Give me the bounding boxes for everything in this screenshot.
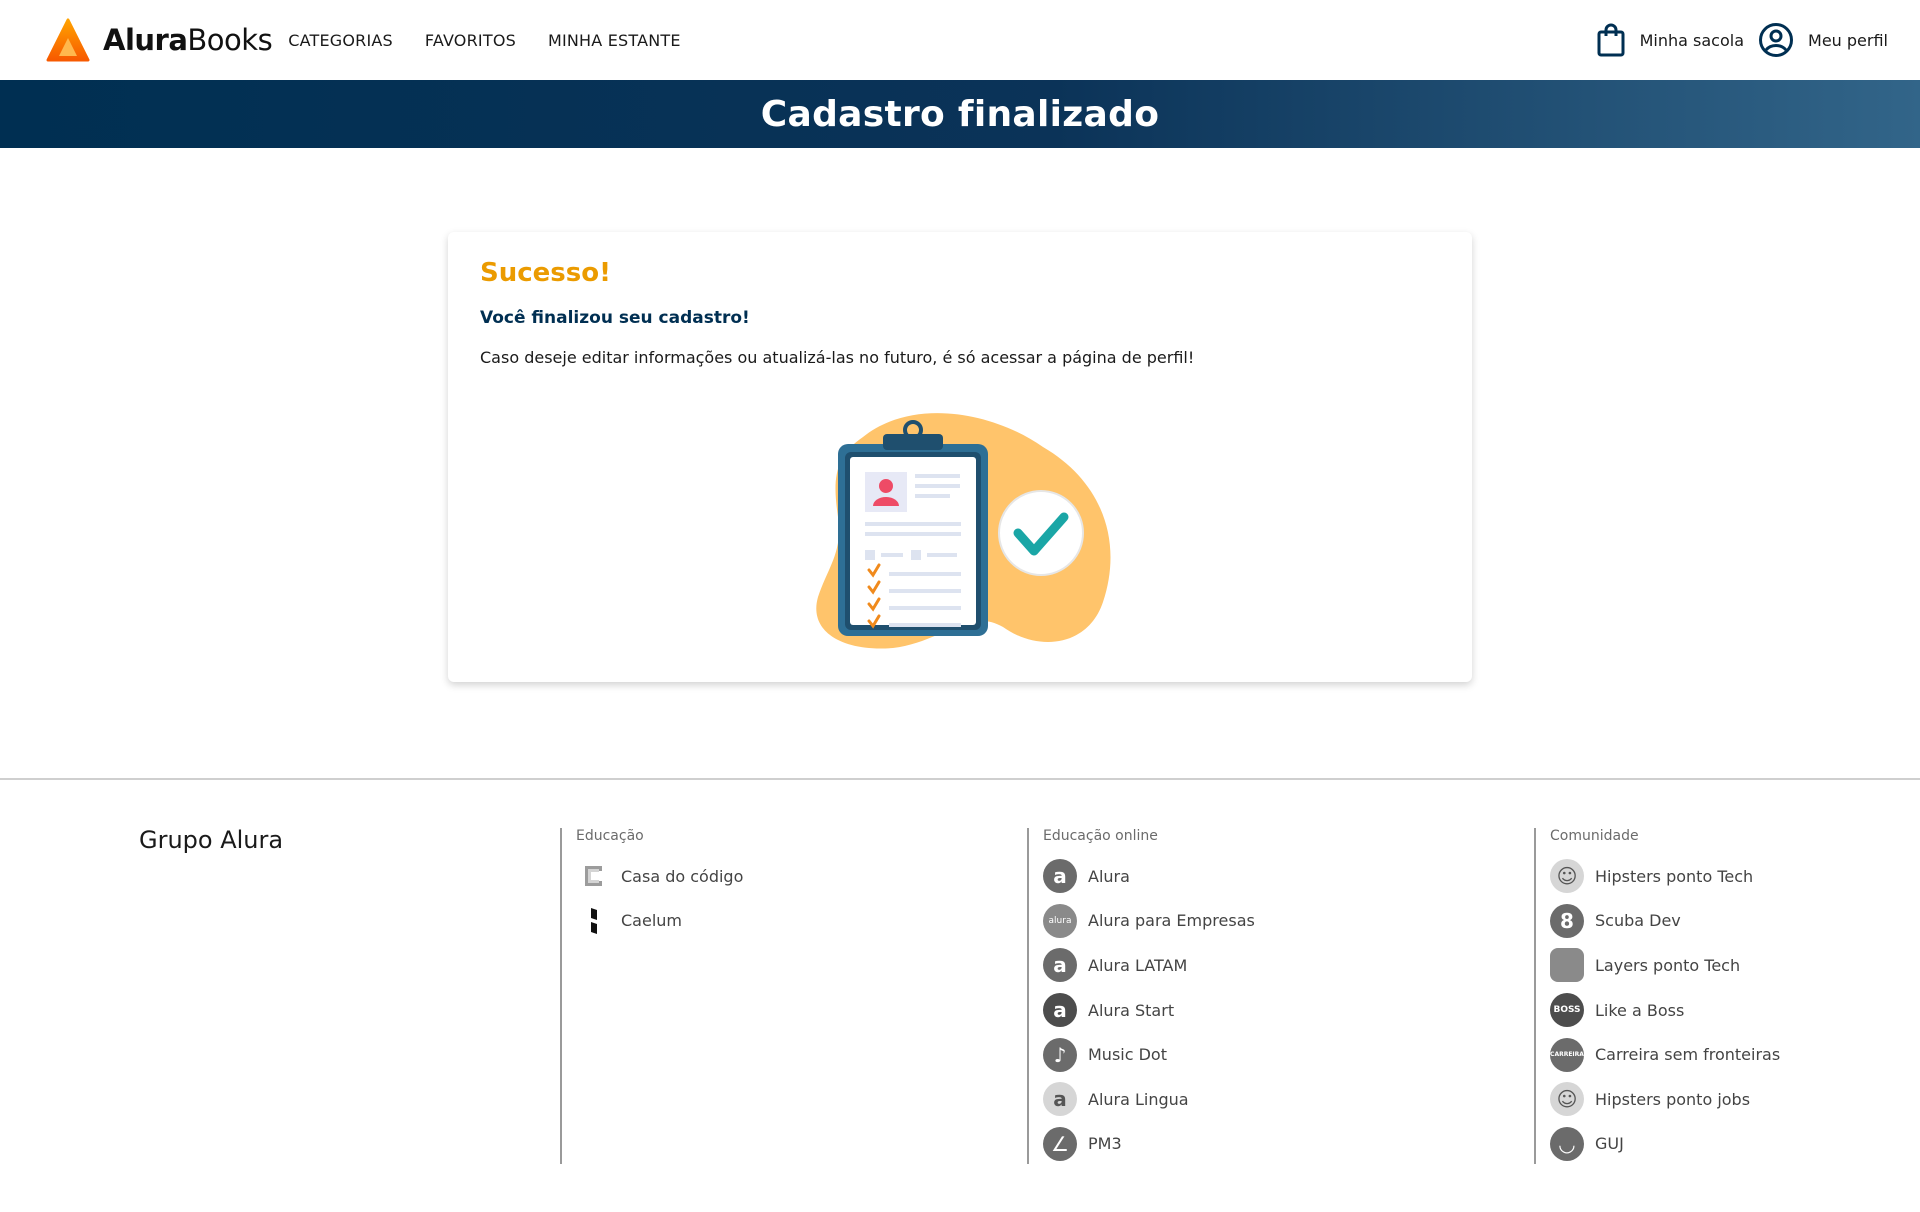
footer-column-educacao-online: Educação online a Alura alura Alura para… — [1027, 828, 1255, 1164]
footer-link-label: Hipsters ponto jobs — [1595, 1089, 1751, 1109]
footer-link-casa-do-codigo[interactable]: Casa do código — [576, 854, 743, 899]
meu-perfil-label: Meu perfil — [1808, 30, 1888, 50]
footer-link-scuba-dev[interactable]: 8 Scuba Dev — [1550, 899, 1780, 944]
shopping-bag-icon — [1597, 23, 1625, 57]
footer-link-layers-tech[interactable]: Layers ponto Tech — [1550, 943, 1780, 988]
like-a-boss-icon: BOSS — [1550, 993, 1584, 1028]
minha-sacola-link[interactable]: Minha sacola — [1596, 23, 1744, 57]
hipsters-jobs-icon: ☺ — [1550, 1082, 1584, 1117]
footer-link-hipsters-tech[interactable]: ☺ Hipsters ponto Tech — [1550, 854, 1780, 899]
user-profile-icon — [1759, 23, 1794, 57]
footer-link-label: Music Dot — [1088, 1045, 1167, 1065]
top-header: AluraBooks CATEGORIAS FAVORITOS MINHA ES… — [0, 0, 1920, 80]
footer-link-label: Casa do código — [621, 866, 744, 886]
meu-perfil-link[interactable]: Meu perfil — [1758, 22, 1888, 58]
success-heading: Sucesso! — [480, 258, 611, 288]
footer-link-caelum[interactable]: Caelum — [576, 899, 743, 944]
music-dot-icon: ♪ — [1043, 1037, 1077, 1072]
alura-lingua-icon: a — [1043, 1082, 1077, 1117]
alura-start-icon: a — [1043, 993, 1077, 1028]
footer-link-label: Alura Start — [1088, 1000, 1175, 1020]
footer-link-alura[interactable]: a Alura — [1043, 854, 1255, 899]
footer-column-title: Educação — [576, 828, 644, 844]
header-left: AluraBooks CATEGORIAS FAVORITOS MINHA ES… — [46, 18, 713, 62]
footer-link-label: Layers ponto Tech — [1595, 955, 1741, 975]
footer-link-label: Caelum — [621, 911, 682, 931]
caelum-icon — [576, 904, 610, 938]
scuba-dev-icon: 8 — [1550, 903, 1584, 938]
footer-link-alura-start[interactable]: a Alura Start — [1043, 988, 1255, 1033]
success-card: Sucesso! Você finalizou seu cadastro! Ca… — [448, 232, 1472, 682]
page-title: Cadastro finalizado — [760, 93, 1160, 135]
layers-tech-icon — [1550, 948, 1584, 983]
footer-link-like-a-boss[interactable]: BOSS Like a Boss — [1550, 988, 1780, 1033]
nav-categorias[interactable]: CATEGORIAS — [288, 31, 393, 50]
alurabooks-logo-icon — [46, 18, 90, 62]
logo-text: AluraBooks — [103, 23, 273, 57]
alurabooks-logo[interactable]: AluraBooks — [46, 18, 273, 62]
casa-do-codigo-icon — [576, 859, 610, 893]
footer-link-label: Like a Boss — [1595, 1000, 1685, 1020]
footer-link-alura-lingua[interactable]: a Alura Lingua — [1043, 1077, 1255, 1122]
footer-link-carreira[interactable]: CARREIRA Carreira sem fronteiras — [1550, 1032, 1780, 1077]
footer-link-label: Hipsters ponto Tech — [1595, 866, 1754, 886]
footer-link-label: Carreira sem fronteiras — [1595, 1045, 1781, 1065]
footer-brand: Grupo Alura — [139, 826, 284, 854]
footer-column-title: Comunidade — [1550, 828, 1639, 844]
header-right: Minha sacola Meu perfil — [1596, 22, 1888, 58]
footer-link-hipsters-jobs[interactable]: ☺ Hipsters ponto jobs — [1550, 1077, 1780, 1122]
footer-link-pm3[interactable]: ∠ PM3 — [1043, 1122, 1255, 1167]
hipsters-tech-icon: ☺ — [1550, 859, 1584, 894]
guj-icon: ◡ — [1550, 1126, 1584, 1161]
nav-favoritos[interactable]: FAVORITOS — [425, 31, 516, 50]
nav-minha-estante[interactable]: MINHA ESTANTE — [548, 31, 681, 50]
carreira-icon: CARREIRA — [1550, 1037, 1584, 1072]
footer-link-music-dot[interactable]: ♪ Music Dot — [1043, 1032, 1255, 1077]
pm3-icon: ∠ — [1043, 1126, 1077, 1161]
footer-link-label: Alura Lingua — [1088, 1089, 1189, 1109]
footer-link-alura-empresas[interactable]: alura Alura para Empresas — [1043, 899, 1255, 944]
alura-empresas-icon: alura — [1043, 903, 1077, 938]
footer-link-label: Alura LATAM — [1088, 955, 1188, 975]
footer-link-label: PM3 — [1088, 1134, 1122, 1154]
footer-column-comunidade: Comunidade ☺ Hipsters ponto Tech 8 Scuba… — [1534, 828, 1780, 1164]
footer-link-guj[interactable]: ◡ GUJ — [1550, 1122, 1780, 1167]
main-nav: CATEGORIAS FAVORITOS MINHA ESTANTE — [288, 31, 713, 50]
footer-link-label: GUJ — [1595, 1134, 1624, 1154]
success-subheading: Você finalizou seu cadastro! — [480, 308, 750, 328]
alura-latam-icon: a — [1043, 948, 1077, 983]
footer-link-alura-latam[interactable]: a Alura LATAM — [1043, 943, 1255, 988]
success-message: Caso deseje editar informações ou atuali… — [480, 348, 1195, 367]
footer-divider — [0, 778, 1920, 780]
alura-icon: a — [1043, 859, 1077, 894]
page-banner: Cadastro finalizado — [0, 80, 1920, 148]
footer-link-label: Scuba Dev — [1595, 911, 1681, 931]
footer-column-title: Educação online — [1043, 828, 1158, 844]
footer-column-educacao: Educação Casa do código Caelum — [560, 828, 743, 1164]
footer-link-label: Alura para Empresas — [1088, 911, 1255, 931]
footer-link-label: Alura — [1088, 866, 1130, 886]
minha-sacola-label: Minha sacola — [1639, 30, 1745, 50]
clipboard-check-illustration — [816, 413, 1111, 649]
